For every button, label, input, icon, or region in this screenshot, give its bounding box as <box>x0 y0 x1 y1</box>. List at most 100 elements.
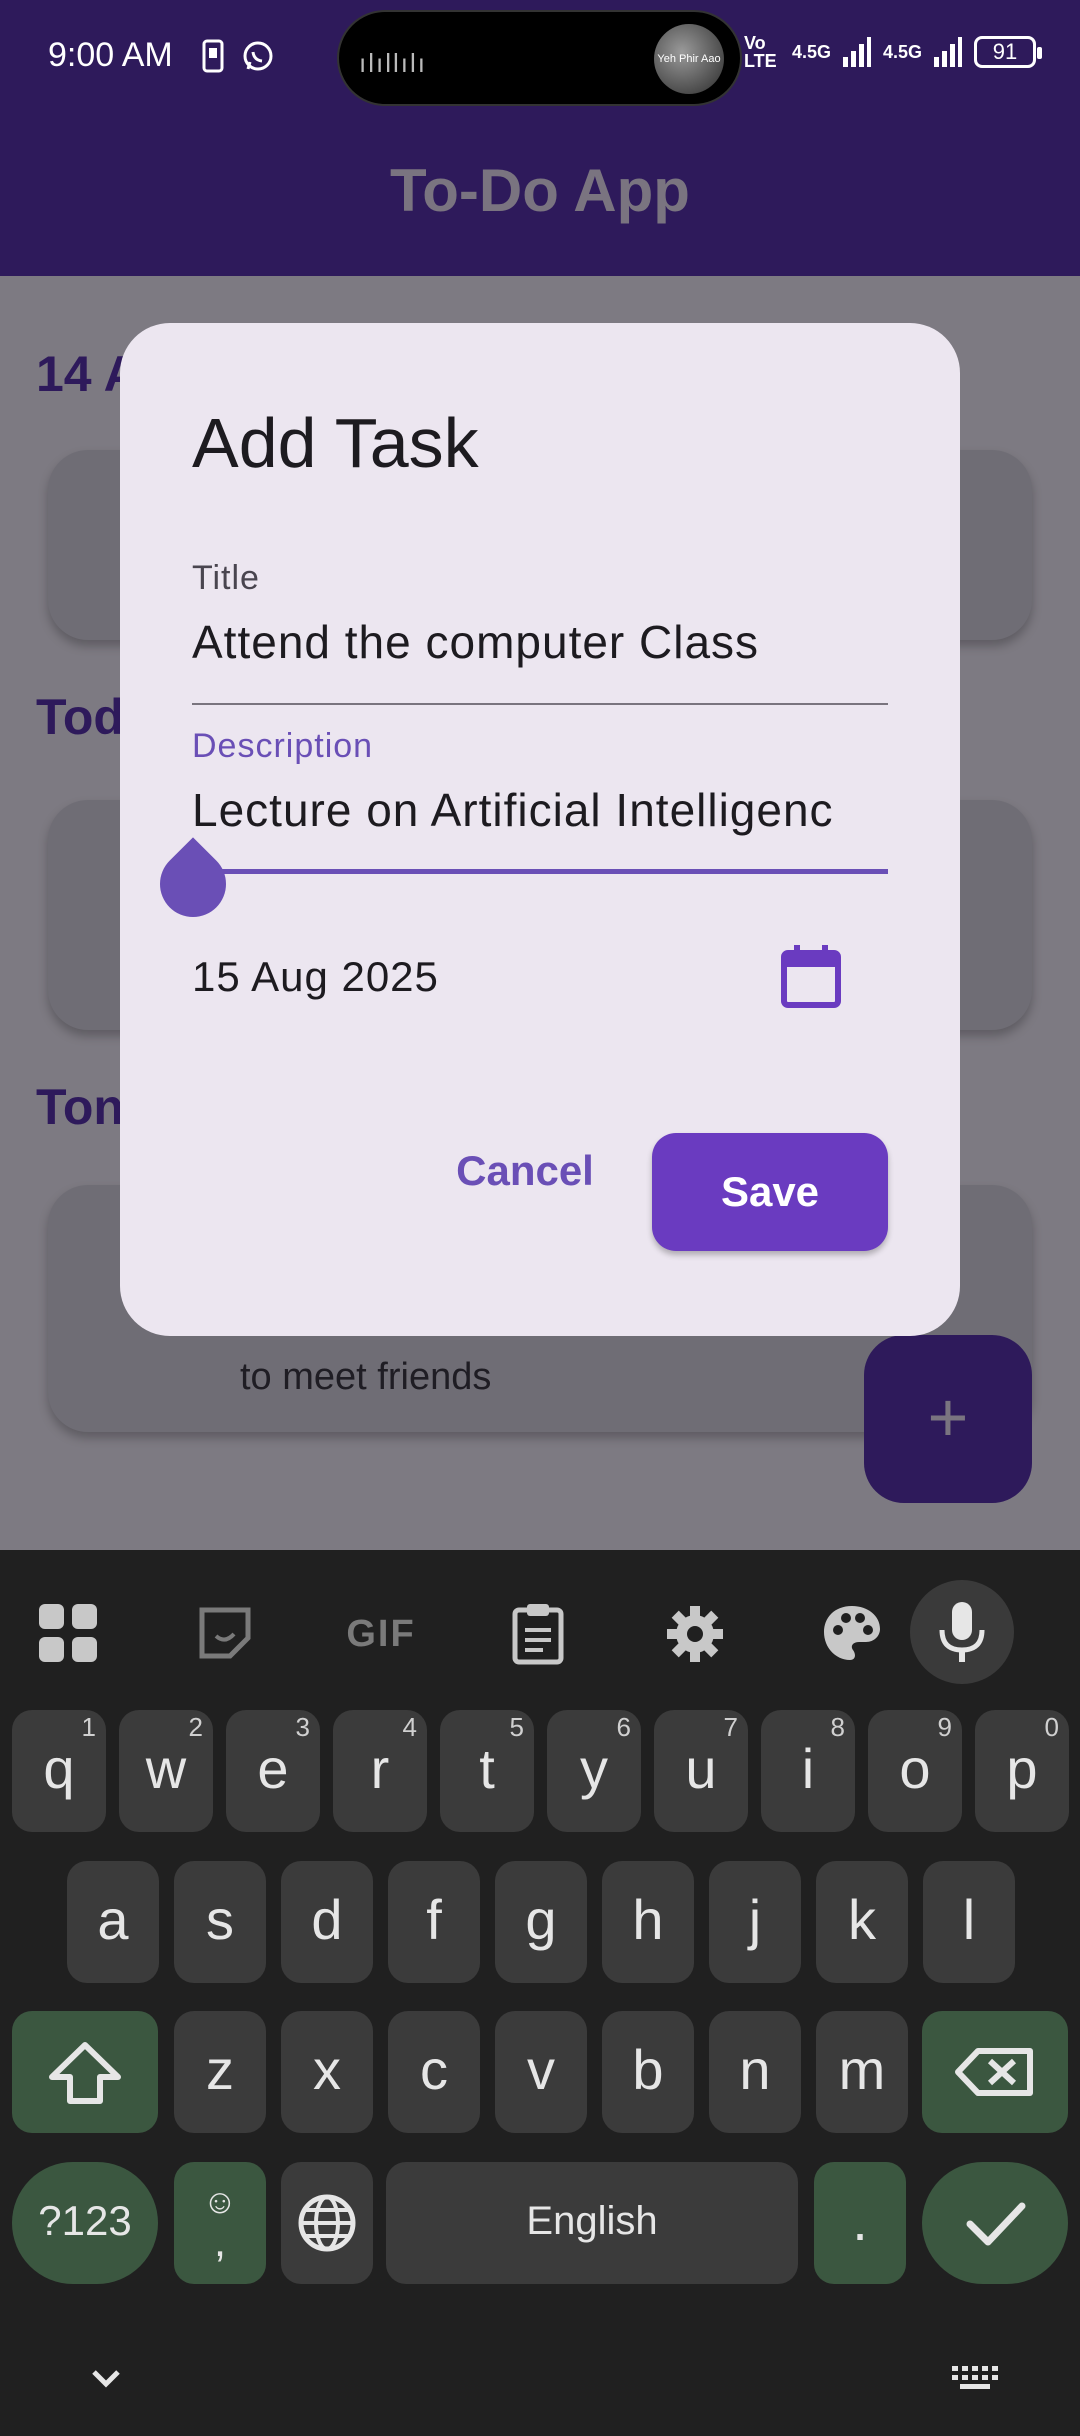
key-alt-digit: 1 <box>81 1712 96 1742</box>
enter-key[interactable] <box>922 2162 1068 2284</box>
backspace-key[interactable] <box>922 2011 1068 2133</box>
key-label: m <box>838 2038 886 2101</box>
key-i[interactable]: i8 <box>761 1710 855 1832</box>
key-x[interactable]: x <box>281 2011 373 2133</box>
key-t[interactable]: t5 <box>440 1710 534 1832</box>
due-date-text: 15 Aug 2025 <box>192 953 439 1000</box>
key-d[interactable]: d <box>281 1861 373 1983</box>
key-s[interactable]: s <box>174 1861 266 1983</box>
keyboard-switch-icon[interactable] <box>950 2358 1000 2398</box>
key-m[interactable]: m <box>816 2011 908 2133</box>
language-key[interactable] <box>281 2162 373 2284</box>
palette-icon[interactable] <box>797 1584 907 1684</box>
plus-icon: + <box>927 1378 969 1456</box>
symbols-key[interactable]: ?123 <box>12 2162 158 2284</box>
key-n[interactable]: n <box>709 2011 801 2133</box>
key-label: k <box>848 1888 876 1951</box>
key-h[interactable]: h <box>602 1861 694 1983</box>
calendar-icon[interactable] <box>780 943 842 1009</box>
key-k[interactable]: k <box>816 1861 908 1983</box>
media-thumbnail: Yeh Phir Aao <box>654 24 724 94</box>
key-alt-digit: 9 <box>937 1712 952 1742</box>
sticker-icon[interactable] <box>170 1584 280 1684</box>
gear-icon[interactable] <box>640 1584 750 1684</box>
title-field-underline <box>192 703 888 705</box>
network-2-label: 4.5G <box>882 42 922 62</box>
status-time: 9:00 AM <box>48 36 173 74</box>
key-o[interactable]: o9 <box>868 1710 962 1832</box>
key-j[interactable]: j <box>709 1861 801 1983</box>
key-z[interactable]: z <box>174 2011 266 2133</box>
emoji-comma-key[interactable]: ☺ , <box>174 2162 266 2284</box>
shift-arrow-icon <box>49 2042 121 2104</box>
key-y[interactable]: y6 <box>547 1710 641 1832</box>
emoji-icon: ☺ <box>202 2183 238 2221</box>
key-g[interactable]: g <box>495 1861 587 1983</box>
key-f[interactable]: f <box>388 1861 480 1983</box>
gif-label: GIF <box>346 1613 416 1655</box>
audio-wave-icon: ılıllılı <box>359 48 427 78</box>
key-label: u <box>685 1737 717 1800</box>
period-key[interactable]: . <box>814 2162 906 2284</box>
clipboard-icon[interactable] <box>483 1584 593 1684</box>
task-card-description: to meet friends <box>240 1356 492 1398</box>
key-label: a <box>97 1888 129 1951</box>
sim-card-icon <box>202 39 224 73</box>
section-header-today: Tod <box>36 689 124 745</box>
text-cursor-handle[interactable] <box>146 837 240 931</box>
key-u[interactable]: u7 <box>654 1710 748 1832</box>
key-e[interactable]: e3 <box>226 1710 320 1832</box>
key-label: o <box>899 1737 931 1800</box>
title-field-input[interactable]: Attend the computer Class <box>192 615 888 669</box>
microphone-icon[interactable] <box>910 1580 1014 1684</box>
dynamic-island[interactable]: ılıllılı Yeh Phir Aao <box>337 10 742 106</box>
key-label: g <box>525 1888 557 1951</box>
key-alt-digit: 2 <box>188 1712 203 1742</box>
app-title: To-Do App <box>390 157 690 224</box>
key-q[interactable]: q1 <box>12 1710 106 1832</box>
save-button[interactable]: Save <box>652 1133 888 1251</box>
globe-icon <box>298 2194 356 2252</box>
key-label: w <box>145 1737 187 1800</box>
key-label: r <box>370 1737 390 1800</box>
space-bar[interactable]: English <box>386 2162 798 2284</box>
description-field-underline <box>192 869 888 874</box>
key-b[interactable]: b <box>602 2011 694 2133</box>
key-label: p <box>1006 1737 1038 1800</box>
backspace-icon <box>955 2048 1033 2096</box>
key-w[interactable]: w2 <box>119 1710 213 1832</box>
key-label: v <box>527 2038 555 2101</box>
signal-2-icon <box>934 37 962 67</box>
comma-label: , <box>213 2217 227 2266</box>
add-task-dialog: Add Task Title Attend the computer Class… <box>120 323 960 1336</box>
description-field-label: Description <box>192 727 374 765</box>
app-bar: To-Do App <box>0 118 1080 276</box>
key-c[interactable]: c <box>388 2011 480 2133</box>
key-label: d <box>311 1888 343 1951</box>
media-thumbnail-text: Yeh Phir Aao <box>657 53 721 65</box>
key-alt-digit: 0 <box>1044 1712 1059 1742</box>
key-v[interactable]: v <box>495 2011 587 2133</box>
key-r[interactable]: r4 <box>333 1710 427 1832</box>
soft-keyboard: GIF q 1 w 2 e 3 r 4 t 5 y 6 u 7 i 8 o 9 … <box>0 1550 1080 2436</box>
apps-grid-icon[interactable] <box>13 1584 123 1684</box>
key-label: s <box>206 1888 234 1951</box>
hide-keyboard-chevron-icon[interactable] <box>86 2358 126 2398</box>
key-label: e <box>257 1737 289 1800</box>
cancel-button[interactable]: Cancel <box>440 1131 610 1211</box>
shift-key[interactable] <box>12 2011 158 2133</box>
key-label: f <box>426 1888 442 1951</box>
section-header-tomorrow: Ton <box>36 1079 124 1135</box>
add-task-fab[interactable]: + <box>864 1335 1032 1503</box>
key-label: c <box>420 2038 448 2101</box>
description-field-input[interactable]: Lecture on Artificial Intelligenc <box>192 783 888 837</box>
volte-label: Vo LTE <box>743 33 777 71</box>
gif-icon[interactable]: GIF <box>326 1584 436 1684</box>
dialog-title: Add Task <box>192 404 479 482</box>
key-p[interactable]: p0 <box>975 1710 1069 1832</box>
key-l[interactable]: l <box>923 1861 1015 1983</box>
key-alt-digit: 8 <box>830 1712 845 1742</box>
key-label: z <box>206 2038 234 2101</box>
key-alt-digit: 6 <box>616 1712 631 1742</box>
key-a[interactable]: a <box>67 1861 159 1983</box>
